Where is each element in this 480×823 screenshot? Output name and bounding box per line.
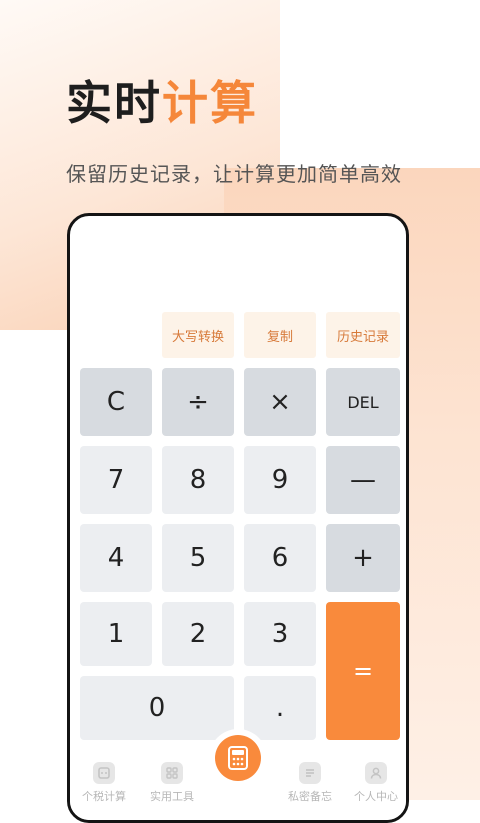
- tab-profile-label: 个人中心: [354, 790, 398, 803]
- tab-profile[interactable]: 个人中心: [346, 762, 406, 804]
- tab-memo-label: 私密备忘: [288, 790, 332, 803]
- calculator-display: [70, 216, 406, 311]
- key-dot[interactable]: .: [244, 676, 316, 740]
- tab-memo[interactable]: 私密备忘: [280, 762, 340, 804]
- equals-key[interactable]: =: [326, 602, 400, 740]
- key-9[interactable]: 9: [244, 446, 316, 514]
- copy-button[interactable]: 复制: [244, 312, 316, 358]
- key-0[interactable]: 0: [80, 676, 234, 740]
- tab-tax-calculation[interactable]: 个税计算: [74, 762, 134, 804]
- key-2[interactable]: 2: [162, 602, 234, 666]
- key-5[interactable]: 5: [162, 524, 234, 592]
- key-1[interactable]: 1: [80, 602, 152, 666]
- history-button[interactable]: 历史记录: [326, 312, 400, 358]
- tab-tax-label: 个税计算: [82, 790, 126, 803]
- uppercase-convert-button[interactable]: 大写转换: [162, 312, 234, 358]
- user-icon: [365, 762, 387, 784]
- page-title-dark: 实时: [66, 76, 162, 130]
- delete-key[interactable]: DEL: [326, 368, 400, 436]
- grid-icon: [161, 762, 183, 784]
- tab-tools-label: 实用工具: [150, 790, 194, 803]
- minus-key[interactable]: —: [326, 446, 400, 514]
- key-7[interactable]: 7: [80, 446, 152, 514]
- clear-key[interactable]: C: [80, 368, 152, 436]
- multiply-key[interactable]: ×: [244, 368, 316, 436]
- key-3[interactable]: 3: [244, 602, 316, 666]
- key-4[interactable]: 4: [80, 524, 152, 592]
- key-8[interactable]: 8: [162, 446, 234, 514]
- page-title: 实时计算: [66, 74, 258, 132]
- tax-calculator-icon: [93, 762, 115, 784]
- divide-key[interactable]: ÷: [162, 368, 234, 436]
- page-subtitle: 保留历史记录，让计算更加简单高效: [66, 162, 402, 186]
- memo-icon: [299, 762, 321, 784]
- calculator-icon: [228, 746, 248, 770]
- page-title-accent: 计算: [162, 76, 258, 130]
- key-6[interactable]: 6: [244, 524, 316, 592]
- tab-calculator-center[interactable]: [215, 735, 261, 781]
- tab-tools[interactable]: 实用工具: [142, 762, 202, 804]
- plus-key[interactable]: +: [326, 524, 400, 592]
- phone-mockup: 大写转换 复制 历史记录 C ÷ × DEL 7 8 9 — 4 5 6 + 1…: [67, 213, 409, 823]
